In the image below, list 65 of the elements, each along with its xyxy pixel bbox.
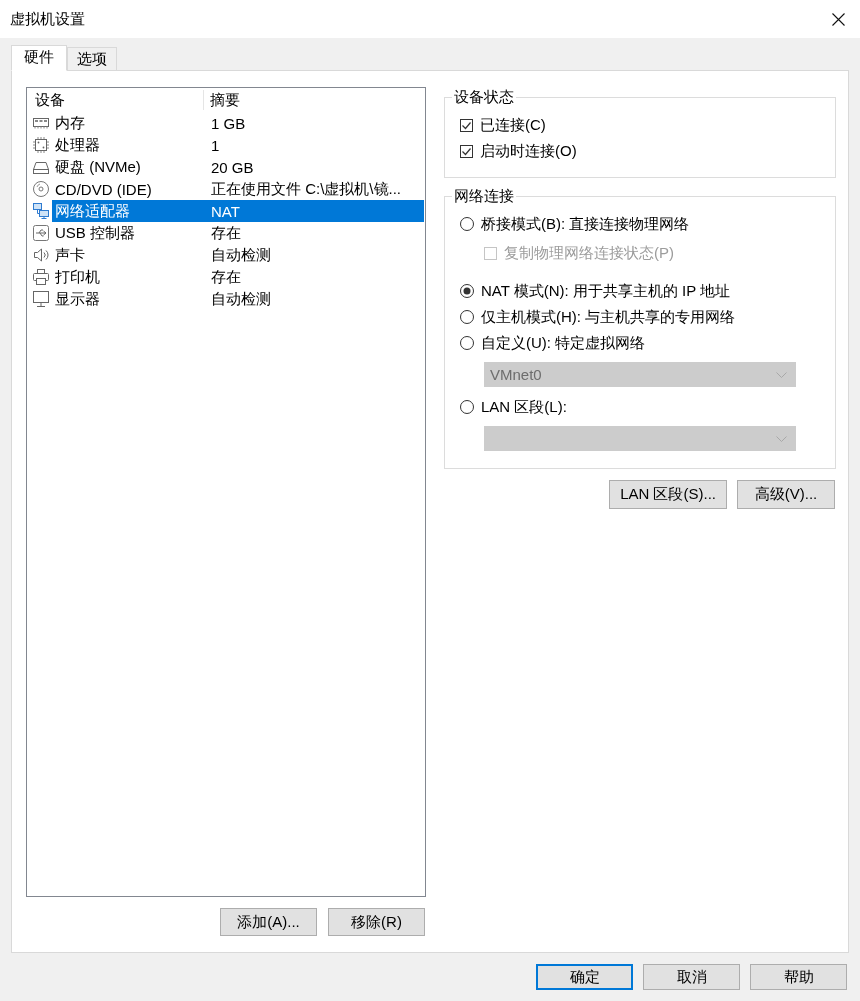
radio-button[interactable] (460, 400, 474, 414)
speaker-icon (32, 246, 50, 264)
device-name: 声卡 (54, 245, 86, 265)
button[interactable]: 移除(R) (328, 908, 425, 936)
device-row[interactable]: CD/DVD (IDE) 正在使用文件 C:\虚拟机\镜... (52, 178, 424, 200)
device-row[interactable]: USB 控制器 存在 (52, 222, 424, 244)
device-name: 网络适配器 (54, 201, 131, 221)
chevron-down-icon (776, 435, 787, 442)
checkbox-label[interactable]: 已连接(C) (480, 115, 546, 135)
checkbox[interactable] (460, 144, 473, 158)
device-summary: 20 GB (210, 158, 254, 176)
device-row[interactable]: 声卡 自动检测 (52, 244, 424, 266)
button[interactable]: 帮助 (750, 964, 847, 990)
button[interactable]: 高级(V)... (737, 480, 835, 509)
device-row[interactable]: 网络适配器 NAT (52, 200, 424, 222)
radio-button[interactable] (460, 336, 474, 350)
device-row[interactable]: 打印机 存在 (52, 266, 424, 288)
button[interactable]: 取消 (643, 964, 740, 990)
device-summary: 1 GB (210, 114, 246, 132)
radio-label[interactable]: NAT 模式(N): 用于共享主机的 IP 地址 (481, 281, 731, 301)
device-name: USB 控制器 (54, 223, 136, 243)
device-name: 显示器 (54, 289, 101, 309)
tab[interactable]: 硬件 (11, 45, 67, 71)
chevron-down-icon (776, 371, 787, 378)
device-row[interactable]: 内存 1 GB (52, 112, 424, 134)
chip-icon (32, 136, 50, 154)
disc-icon (32, 180, 50, 198)
window-title: 虚拟机设置 (10, 9, 85, 29)
group-title: 网络连接 (453, 186, 515, 206)
device-summary: 存在 (210, 267, 241, 287)
device-name: 内存 (54, 113, 86, 133)
device-summary: 自动检测 (210, 289, 271, 309)
checkbox-label[interactable]: 启动时连接(O) (480, 141, 577, 161)
device-row[interactable]: 处理器 1 (52, 134, 424, 156)
device-row[interactable]: 硬盘 (NVMe) 20 GB (52, 156, 424, 178)
device-summary: 1 (210, 136, 220, 154)
device-summary: 存在 (210, 223, 241, 243)
radio-button[interactable] (460, 217, 474, 231)
radio-label[interactable]: 仅主机模式(H): 与主机共享的专用网络 (481, 307, 736, 327)
tab[interactable]: 选项 (67, 47, 117, 71)
column-header[interactable]: 摘要 (204, 90, 240, 110)
radio-button[interactable] (460, 310, 474, 324)
device-summary: 自动检测 (210, 245, 271, 265)
button[interactable]: LAN 区段(S)... (609, 480, 727, 509)
radio-button[interactable] (460, 284, 474, 298)
device-name: CD/DVD (IDE) (54, 180, 153, 198)
device-name: 硬盘 (NVMe) (54, 157, 142, 177)
monitor-icon (32, 290, 50, 308)
button[interactable]: 添加(A)... (220, 908, 317, 936)
radio-label[interactable]: 桥接模式(B): 直接连接物理网络 (481, 214, 690, 234)
printer-icon (32, 268, 50, 286)
close-icon[interactable] (832, 12, 845, 26)
network-icon (32, 202, 50, 220)
group-title: 设备状态 (453, 87, 515, 107)
checkbox[interactable] (460, 118, 473, 132)
device-summary: 正在使用文件 C:\虚拟机\镜... (210, 179, 401, 199)
usb-icon (32, 224, 50, 242)
button[interactable]: 确定 (536, 964, 633, 990)
device-summary: NAT (210, 202, 240, 220)
radio-label[interactable]: LAN 区段(L): (481, 397, 567, 417)
device-name: 处理器 (54, 135, 101, 155)
column-header[interactable]: 设备 (27, 90, 204, 110)
radio-label[interactable]: 自定义(U): 特定虚拟网络 (481, 333, 646, 353)
device-row[interactable]: 显示器 自动检测 (52, 288, 424, 310)
device-name: 打印机 (54, 267, 101, 287)
